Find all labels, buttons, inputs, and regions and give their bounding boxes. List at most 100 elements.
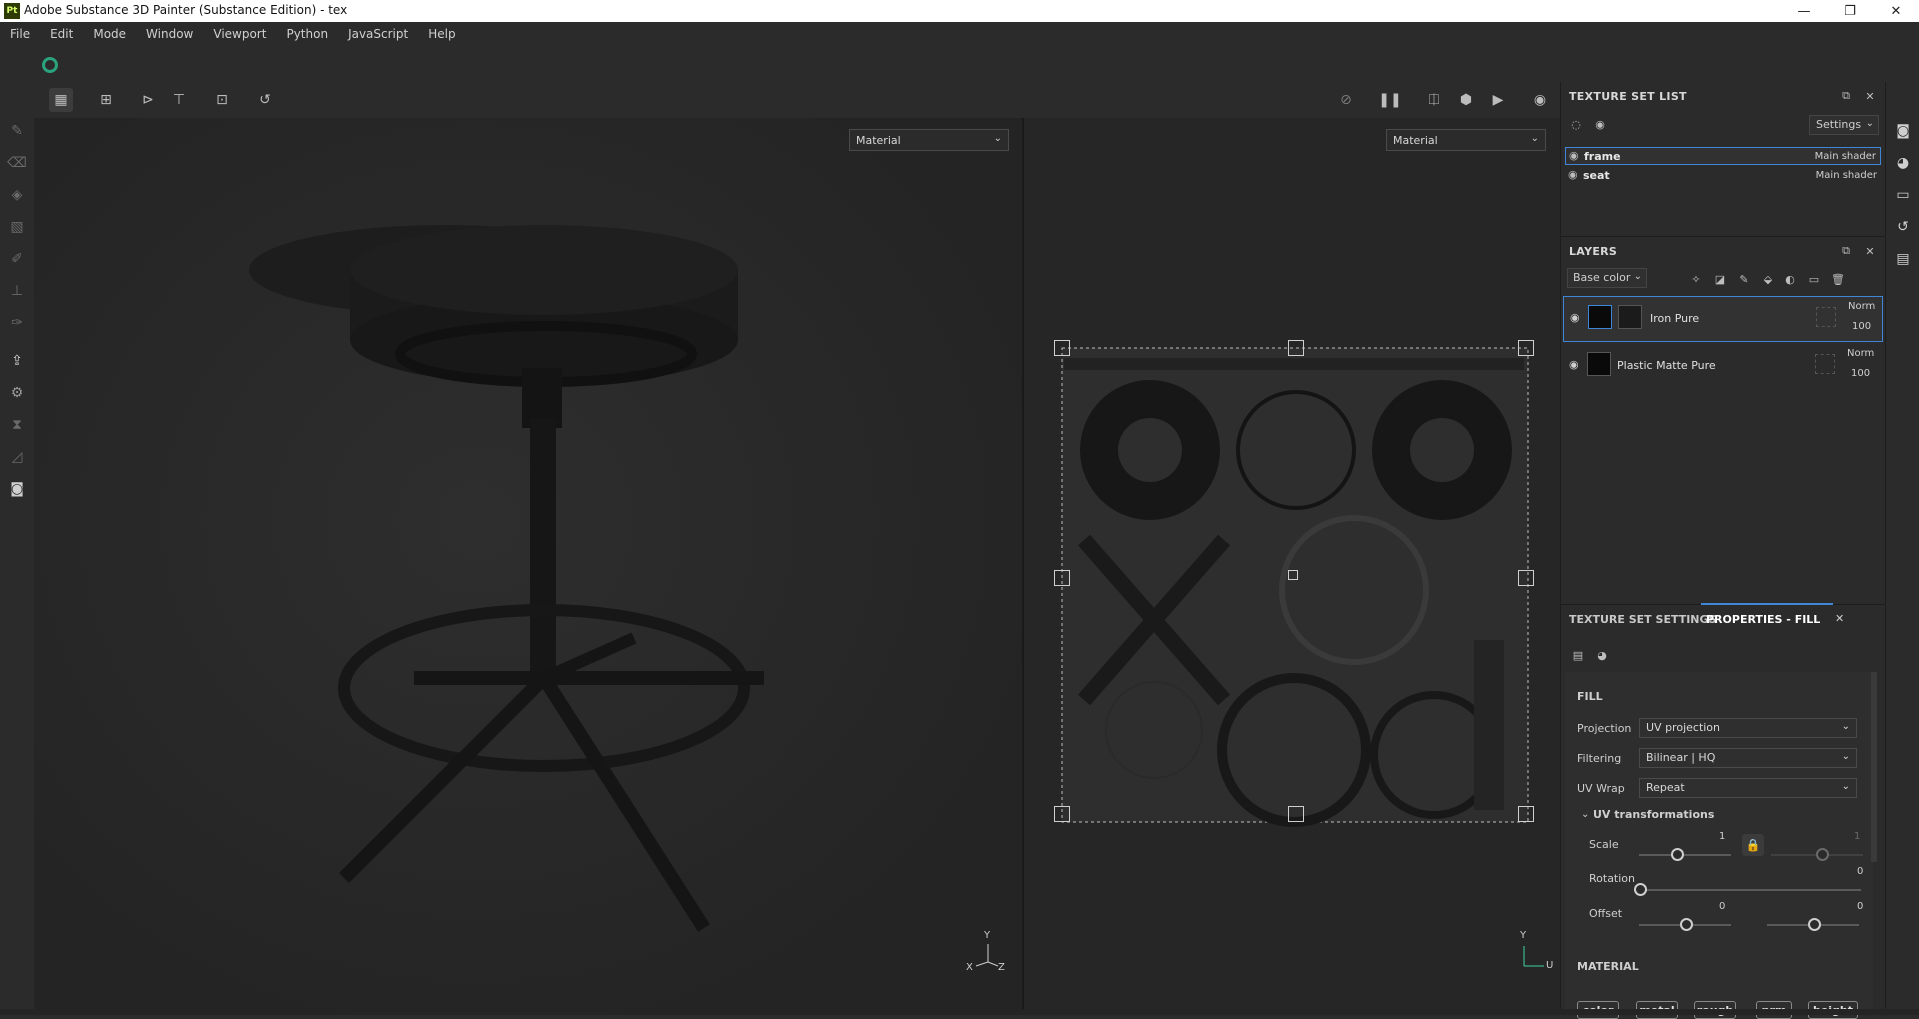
menu-python[interactable]: Python bbox=[276, 27, 338, 41]
history-icon[interactable]: ↺ bbox=[253, 88, 277, 112]
polygon-fill-icon[interactable]: ▧ bbox=[8, 218, 26, 236]
uv-transformations-toggle[interactable]: UV transformations bbox=[1593, 808, 1714, 821]
transform-handle[interactable] bbox=[1518, 806, 1534, 822]
layer-thumbnail[interactable] bbox=[1587, 352, 1611, 376]
viewport-2d-channel-select[interactable]: Material ⌄ bbox=[1386, 129, 1546, 151]
add-paint-layer-icon[interactable]: ✎ bbox=[1737, 272, 1751, 286]
float-panel-icon[interactable]: ⧉ bbox=[1839, 89, 1853, 103]
properties-scrollbar[interactable] bbox=[1871, 672, 1877, 862]
eye-icon[interactable]: ◉ bbox=[1569, 149, 1579, 162]
layer-mask-thumbnail[interactable] bbox=[1618, 305, 1642, 329]
visibility-toggle-icon[interactable]: ◌ bbox=[1569, 117, 1583, 131]
offset-v-value[interactable]: 0 bbox=[1857, 901, 1863, 912]
eye-icon[interactable]: ◉ bbox=[1568, 168, 1578, 181]
cube-icon[interactable]: ⬢ bbox=[1454, 88, 1478, 112]
paint-brush-icon[interactable]: ✎ bbox=[8, 122, 26, 140]
display-settings-icon[interactable]: ◙ bbox=[1894, 122, 1912, 140]
magic-wand-icon[interactable]: ✧ bbox=[1689, 272, 1703, 286]
export-icon[interactable]: ⇪ bbox=[8, 352, 26, 370]
transform-handle[interactable] bbox=[1054, 340, 1070, 356]
projection-icon[interactable]: ◈ bbox=[8, 186, 26, 204]
shader-settings-icon[interactable]: ◕ bbox=[1894, 154, 1912, 172]
offset-v-slider-knob[interactable] bbox=[1808, 918, 1821, 931]
tab-texture-set-settings[interactable]: TEXTURE SET SETTINGS bbox=[1569, 613, 1716, 626]
properties-view-icon[interactable]: ▤ bbox=[1571, 648, 1585, 662]
eraser-icon[interactable]: ⌫ bbox=[7, 154, 27, 172]
transform-handle[interactable] bbox=[1288, 340, 1304, 356]
layer-mask-slot[interactable] bbox=[1816, 307, 1836, 327]
mirror-y-icon[interactable]: ⊤ bbox=[167, 88, 191, 112]
smudge-icon[interactable]: ✐ bbox=[8, 250, 26, 268]
eye-icon[interactable]: ◉ bbox=[1569, 358, 1579, 371]
layer-blend-mode[interactable]: Norm bbox=[1847, 348, 1874, 359]
minimize-button[interactable]: — bbox=[1781, 0, 1827, 22]
layer-blend-mode[interactable]: Norm bbox=[1848, 301, 1875, 312]
transform-center-handle[interactable] bbox=[1288, 570, 1298, 580]
texture-set-shader[interactable]: Main shader bbox=[1816, 170, 1877, 181]
layer-item[interactable]: ◉ Iron Pure Norm 100 bbox=[1563, 296, 1883, 342]
texture-set-shader[interactable]: Main shader bbox=[1815, 151, 1876, 162]
layer-channel-select[interactable]: Base color ⌄ bbox=[1567, 268, 1647, 288]
mirror-x-icon[interactable]: ⊳ bbox=[136, 88, 160, 112]
float-panel-icon[interactable]: ⧉ bbox=[1839, 244, 1853, 258]
tab-properties-fill[interactable]: PROPERTIES - FILL bbox=[1706, 613, 1820, 626]
offset-u-slider-knob[interactable] bbox=[1680, 918, 1693, 931]
texture-set-seat[interactable]: ◉ seat Main shader bbox=[1565, 167, 1881, 185]
texture-set-frame[interactable]: ◉ frame Main shader bbox=[1565, 147, 1881, 165]
add-view-icon[interactable]: ⊡ bbox=[210, 88, 234, 112]
clone-stamp-icon[interactable]: ⊥ bbox=[8, 282, 26, 300]
offset-u-value[interactable]: 0 bbox=[1719, 901, 1725, 912]
plugin-status-icon[interactable] bbox=[42, 57, 58, 73]
chevron-down-icon[interactable]: ⌄ bbox=[1581, 809, 1589, 820]
close-window-button[interactable]: ✕ bbox=[1873, 0, 1919, 22]
restore-button[interactable]: ❐ bbox=[1827, 0, 1873, 22]
video-camera-icon[interactable]: ▶ bbox=[1486, 88, 1510, 112]
rotation-slider-knob[interactable] bbox=[1634, 883, 1647, 896]
layer-mask-slot[interactable] bbox=[1815, 354, 1835, 374]
hourglass-icon[interactable]: ⧗ bbox=[8, 416, 26, 434]
scale-value[interactable]: 1 bbox=[1719, 831, 1725, 842]
menu-help[interactable]: Help bbox=[418, 27, 465, 41]
texture-set-settings-dropdown[interactable]: Settings ⌄ bbox=[1809, 115, 1879, 135]
transform-handle[interactable] bbox=[1518, 570, 1534, 586]
camera-icon[interactable]: ◙ bbox=[8, 480, 26, 498]
close-panel-icon[interactable]: ✕ bbox=[1863, 244, 1877, 258]
viewport-3d[interactable]: Material ⌄ Y X Z bbox=[34, 118, 1022, 1013]
color-picker-icon[interactable]: ✑ bbox=[8, 314, 26, 332]
layer-opacity[interactable]: 100 bbox=[1852, 321, 1871, 332]
viewport-3d-channel-select[interactable]: Material ⌄ bbox=[849, 129, 1009, 151]
layer-opacity[interactable]: 100 bbox=[1851, 368, 1870, 379]
split-view-icon[interactable]: ⎅ bbox=[1422, 88, 1446, 112]
eye-icon[interactable]: ◉ bbox=[1593, 117, 1607, 131]
viewport-2d[interactable]: Material ⌄ Y U bbox=[1024, 118, 1560, 1013]
menu-window[interactable]: Window bbox=[136, 27, 203, 41]
rotation-slider[interactable] bbox=[1639, 889, 1861, 891]
scale-slider[interactable] bbox=[1639, 854, 1731, 856]
screenshot-icon[interactable]: ◉ bbox=[1528, 88, 1552, 112]
rotation-value[interactable]: 0 bbox=[1857, 866, 1863, 877]
menu-viewport[interactable]: Viewport bbox=[203, 27, 276, 41]
folder-icon[interactable]: ▭ bbox=[1807, 272, 1821, 286]
single-view-icon[interactable]: ▦ bbox=[49, 88, 73, 112]
eye-icon[interactable]: ◉ bbox=[1570, 311, 1580, 324]
close-tab-icon[interactable]: ✕ bbox=[1835, 612, 1844, 625]
lock-icon[interactable]: 🔒 bbox=[1742, 834, 1764, 856]
trash-icon[interactable]: 🗑 bbox=[1831, 272, 1845, 286]
material-sphere-icon[interactable]: ◕ bbox=[1595, 648, 1609, 662]
transform-handle[interactable] bbox=[1288, 806, 1304, 822]
filtering-select[interactable]: Bilinear | HQ ⌄ bbox=[1639, 748, 1857, 768]
menu-file[interactable]: File bbox=[0, 27, 40, 41]
add-mask-icon[interactable]: ◪ bbox=[1713, 272, 1727, 286]
uv-wrap-select[interactable]: Repeat ⌄ bbox=[1639, 778, 1857, 798]
layer-thumbnail[interactable] bbox=[1588, 305, 1612, 329]
transform-handle[interactable] bbox=[1054, 570, 1070, 586]
history-panel-icon[interactable]: ↺ bbox=[1894, 218, 1912, 236]
menu-javascript[interactable]: JavaScript bbox=[338, 27, 418, 41]
hide-icon[interactable]: ⊘ bbox=[1334, 88, 1358, 112]
log-icon[interactable]: ▤ bbox=[1894, 250, 1912, 268]
scale-slider-knob[interactable] bbox=[1670, 848, 1684, 861]
close-panel-icon[interactable]: ✕ bbox=[1863, 89, 1877, 103]
menu-edit[interactable]: Edit bbox=[40, 27, 83, 41]
add-effect-icon[interactable]: ◐ bbox=[1783, 272, 1797, 286]
pause-icon[interactable]: ❚❚ bbox=[1378, 88, 1402, 112]
